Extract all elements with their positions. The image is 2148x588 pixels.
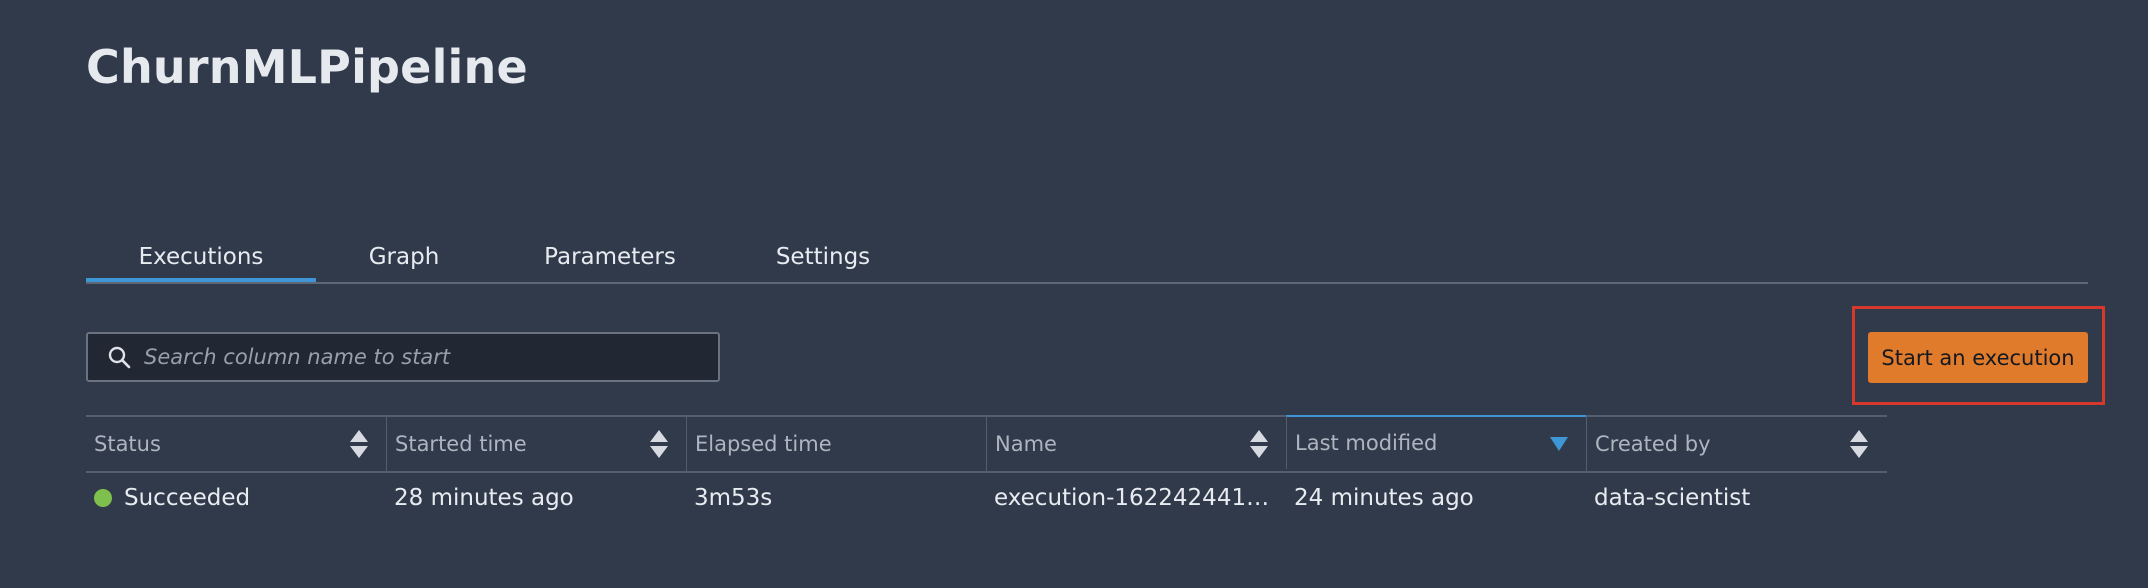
tab-parameters[interactable]: Parameters: [492, 236, 728, 282]
column-header-elapsed-time: Elapsed time: [686, 417, 986, 471]
sort-icon[interactable]: [1848, 428, 1870, 460]
last-modified-cell: 24 minutes ago: [1294, 485, 1474, 511]
column-header-name[interactable]: Name: [986, 417, 1286, 471]
created-by-cell: data-scientist: [1594, 485, 1751, 511]
status-cell: Succeeded: [86, 473, 386, 523]
started-time-cell: 28 minutes ago: [394, 485, 574, 511]
column-header-label: Last modified: [1295, 431, 1438, 455]
start-execution-button[interactable]: Start an execution: [1868, 332, 2088, 383]
page-title: ChurnMLPipeline: [86, 40, 528, 94]
column-header-last-modified[interactable]: Last modified: [1286, 415, 1586, 469]
tab-graph[interactable]: Graph: [316, 236, 492, 282]
sort-icon[interactable]: [1248, 428, 1270, 460]
success-status-icon: [94, 489, 112, 507]
name-cell[interactable]: execution-1622424414...: [986, 473, 1286, 523]
execution-name-link[interactable]: execution-1622424414...: [994, 485, 1278, 511]
column-header-status[interactable]: Status: [86, 417, 386, 471]
column-header-label: Elapsed time: [695, 432, 832, 456]
column-header-label: Name: [995, 432, 1057, 456]
tab-bar: Executions Graph Parameters Settings: [86, 236, 2088, 284]
tab-settings[interactable]: Settings: [728, 236, 918, 282]
table-header: Status Started time Elapsed time Name La…: [86, 415, 1887, 473]
table-row[interactable]: Succeeded 28 minutes ago 3m53s execution…: [86, 473, 1887, 523]
column-header-label: Created by: [1595, 432, 1711, 456]
sort-icon[interactable]: [348, 428, 370, 460]
search-icon: [102, 340, 136, 374]
column-header-label: Status: [94, 432, 161, 456]
column-header-started-time[interactable]: Started time: [386, 417, 686, 471]
column-header-created-by[interactable]: Created by: [1586, 417, 1886, 471]
search-field[interactable]: [86, 332, 720, 382]
sort-icon[interactable]: [648, 428, 670, 460]
column-header-label: Started time: [395, 432, 527, 456]
sort-descending-icon[interactable]: [1548, 427, 1570, 459]
status-text: Succeeded: [124, 485, 251, 511]
tab-executions[interactable]: Executions: [86, 236, 316, 282]
executions-table: Status Started time Elapsed time Name La…: [86, 415, 1887, 523]
elapsed-time-cell: 3m53s: [694, 485, 773, 511]
search-input[interactable]: [136, 336, 718, 378]
